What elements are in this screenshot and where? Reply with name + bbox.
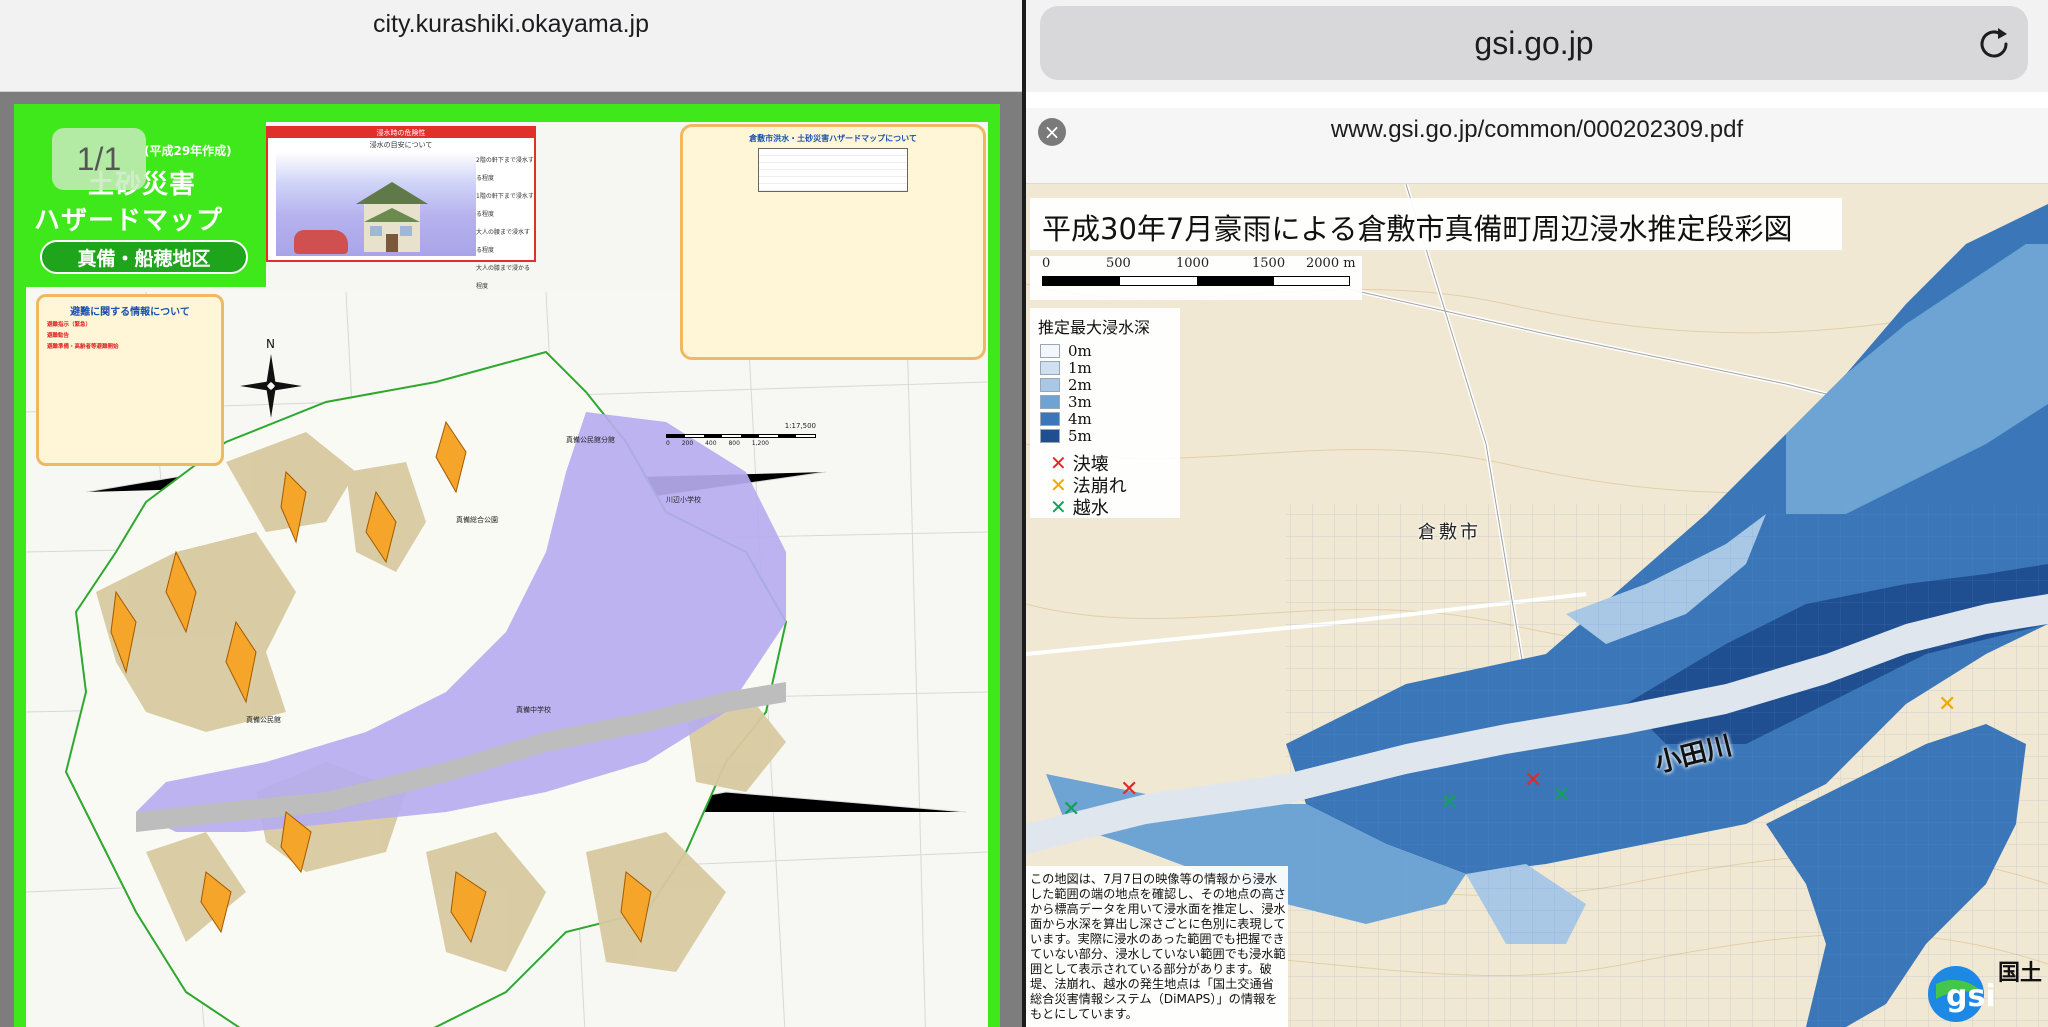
depth-level-text: 1階の軒下まで浸水する程度 [476, 193, 534, 218]
depth-level-text: 大人の膝まで浸かる程度 [476, 265, 531, 290]
svg-text:真備中学校: 真備中学校 [516, 705, 551, 714]
map-scale-bar: 0 500 1000 1500 2000 m [1030, 256, 1362, 300]
legend-label: 2m [1068, 376, 1092, 394]
legend-overflow: ✕ 越水 [1050, 494, 1109, 520]
svg-text:✕: ✕ [1552, 783, 1570, 808]
scale-tick-labels: 0 500 1000 1500 2000 m [1038, 256, 1358, 272]
city-label: 倉敷市 [1418, 522, 1481, 543]
flood-depth-panel: 浸水時の危険性 浸水の目安について 2階の軒下まで浸水する程度 1階の軒下まで浸… [266, 126, 536, 290]
legend-mark-label: 越水 [1072, 498, 1109, 519]
scale-tick: 1000 [1176, 256, 1210, 271]
house-icon [356, 182, 428, 252]
svg-text:✕: ✕ [1120, 777, 1138, 802]
legend-label: 4m [1068, 410, 1092, 428]
svg-text:✕: ✕ [1524, 768, 1542, 793]
right-address-bar[interactable]: gsi.go.jp [1040, 6, 2028, 80]
svg-text:gsi: gsi [1946, 979, 1996, 1014]
scale-tick: 1500 [1252, 256, 1286, 271]
map-note: この地図は、7月7日の映像等の情報から浸水した範囲の端の地点を確認し、その地点の… [1026, 866, 1288, 1027]
scale-tick: 500 [1106, 256, 1131, 271]
svg-text:✕: ✕ [1062, 797, 1080, 822]
evacuation-item: 避難準備・高齢者等避難開始 [47, 344, 119, 350]
hazard-map-area-name: 真備・船穂地区 [40, 240, 248, 274]
scale-ratio: 1:17,500 [784, 422, 816, 430]
legend-swatch [1040, 412, 1060, 426]
flood-estimate-map: ✕ ✕ ✕ ✕ ✕ ✕ 平成30年7月豪雨による倉敷市真備町周辺浸水推定段彩図 … [1026, 184, 2048, 1027]
car-icon [294, 230, 348, 254]
left-address-bar[interactable]: city.kurashiki.okayama.jp [0, 0, 1022, 92]
evacuation-info-panel: 避難に関する情報について 避難指示（緊急） 避難勧告 避難準備・高齢者等避難開始 [36, 294, 224, 466]
flood-depth-illustration [276, 152, 476, 256]
evacuation-info-title: 避難に関する情報について [70, 307, 190, 318]
legend-row-5m: 5m [1040, 427, 1092, 445]
svg-text:川辺小学校: 川辺小学校 [666, 495, 701, 504]
north-label: N [266, 337, 275, 351]
scale-bar [666, 434, 816, 438]
info-panel-title: 倉敷市洪水・土砂災害ハザードマップについて [749, 134, 917, 143]
legend-row-1m: 1m [1040, 359, 1092, 377]
svg-text:✕: ✕ [1938, 692, 1956, 717]
legend-label: 5m [1068, 427, 1092, 445]
hazard-map-year: (平成29年作成) [144, 144, 232, 158]
svg-text:真備公民館: 真備公民館 [246, 715, 281, 724]
north-arrow-icon: N [240, 337, 302, 418]
svg-text:✕: ✕ [1440, 790, 1458, 815]
scale-tick: 0 [1042, 256, 1051, 271]
hazard-map-title-block: (平成29年作成) 土砂災害 ハザードマップ 真備・船穂地区 1/1 [26, 122, 266, 287]
reload-icon[interactable] [1976, 26, 2012, 62]
overflow-icon: ✕ [1050, 495, 1067, 519]
evacuation-item: 避難指示（緊急） [47, 322, 92, 328]
scale-tick: 2000 m [1306, 256, 1356, 271]
legend-swatch [1040, 344, 1060, 358]
legend-row-0m: 0m [1040, 342, 1092, 360]
legend-label: 1m [1068, 359, 1092, 377]
legend-swatch [1040, 429, 1060, 443]
svg-text:真備公民館分館: 真備公民館分館 [566, 435, 615, 444]
hazard-map-document: 真備公民館分館 真備総合公園 川辺小学校 真備中学校 真備公民館 (平成29年作… [14, 104, 1000, 1027]
map-title-box: 平成30年7月豪雨による倉敷市真備町周辺浸水推定段彩図 [1030, 198, 1842, 250]
map-title: 平成30年7月豪雨による倉敷市真備町周辺浸水推定段彩図 [1042, 212, 1793, 246]
legend-swatch [1040, 361, 1060, 375]
legend-row-3m: 3m [1040, 393, 1092, 411]
depth-level-text: 2階の軒下まで浸水する程度 [476, 157, 534, 182]
right-browser-toolbar: gsi.go.jp [1026, 0, 2048, 92]
flood-depth-levels: 2階の軒下まで浸水する程度 1階の軒下まで浸水する程度 大人の腰まで浸水する程度… [476, 152, 534, 296]
legend-row-4m: 4m [1040, 410, 1092, 428]
gsi-logo: gsi 国土 [1928, 961, 2042, 1022]
svg-text:真備総合公園: 真備総合公園 [456, 515, 498, 524]
scale-ticks: 0 200 400 800 1,200 [666, 440, 769, 447]
gsi-logo-text: 国土 [1998, 961, 2042, 986]
pdf-title-bar: × www.gsi.go.jp/common/000202309.pdf [1026, 108, 2048, 184]
left-browser-pane: city.kurashiki.okayama.jp 真備公民館分館 真備総合公園… [0, 0, 1022, 1027]
flood-depth-panel-subtitle: 浸水の目安について [369, 141, 433, 149]
scale-bar-graphic [1042, 276, 1350, 286]
flood-depth-panel-title: 浸水時の危険性 [268, 128, 534, 138]
legend-label: 3m [1068, 393, 1092, 411]
info-table [758, 148, 908, 192]
page-indicator: 1/1 [52, 128, 146, 190]
evacuation-item: 避難勧告 [47, 333, 70, 339]
depth-legend: 推定最大浸水深 0m 1m 2m 3m 4m 5m ✕ 決壊 ✕ 法崩れ ✕ 越水 [1030, 308, 1180, 520]
hazard-map-info-panel: 倉敷市洪水・土砂災害ハザードマップについて [680, 124, 986, 360]
hazard-map-title-line2: ハザードマップ [34, 206, 224, 236]
hazard-map-scale: 1:17,500 0 200 400 800 1,200 [666, 422, 826, 452]
right-url-text[interactable]: gsi.go.jp [1040, 6, 2028, 80]
legend-label: 0m [1068, 342, 1092, 360]
hazard-map-sheet: 真備公民館分館 真備総合公園 川辺小学校 真備中学校 真備公民館 (平成29年作… [26, 122, 988, 1027]
left-url-text[interactable]: city.kurashiki.okayama.jp [0, 10, 1022, 39]
right-browser-pane: gsi.go.jp × www.gsi.go.jp/common/0002023… [1026, 0, 2048, 1027]
legend-title: 推定最大浸水深 [1038, 318, 1151, 337]
pdf-filename: www.gsi.go.jp/common/000202309.pdf [1330, 116, 1744, 143]
legend-swatch [1040, 378, 1060, 392]
depth-level-text: 大人の腰まで浸水する程度 [476, 229, 531, 254]
legend-row-2m: 2m [1040, 376, 1092, 394]
legend-swatch [1040, 395, 1060, 409]
